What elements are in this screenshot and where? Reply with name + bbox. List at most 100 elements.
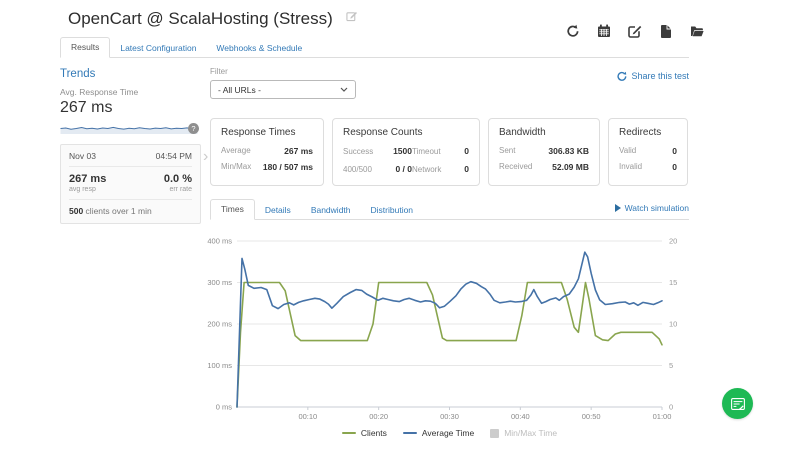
chart-tab-times[interactable]: Times bbox=[210, 199, 255, 220]
svg-text:15: 15 bbox=[669, 278, 677, 287]
stat-value: 267 ms bbox=[284, 146, 313, 156]
trends-link[interactable]: Trends bbox=[60, 68, 201, 80]
share-test-link[interactable]: Share this test bbox=[617, 71, 689, 81]
stat-label: Average bbox=[221, 146, 251, 155]
trends-sidebar: Trends Avg. Response Time 267 ms ? Nov 0… bbox=[60, 68, 201, 224]
card-title: Redirects bbox=[619, 127, 662, 138]
card-title: Response Counts bbox=[343, 127, 423, 138]
report-icon[interactable] bbox=[659, 24, 673, 38]
legend-swatch-minmax-time bbox=[490, 428, 500, 438]
url-filter-value: - All URLs - bbox=[218, 84, 261, 95]
test-name: OpenCart @ ScalaHosting (Stress) bbox=[68, 9, 333, 28]
svg-text:200 ms: 200 ms bbox=[207, 320, 232, 329]
svg-text:00:50: 00:50 bbox=[582, 412, 601, 421]
refresh-icon[interactable] bbox=[566, 24, 580, 38]
stat-label: Invalid bbox=[619, 162, 643, 171]
stat-value: 0 bbox=[672, 162, 677, 172]
stat-value: 1500 bbox=[393, 146, 412, 156]
svg-text:00:30: 00:30 bbox=[440, 412, 459, 421]
stat-card-response-times: Response Times Average 267 ms Min/Max 180 … bbox=[210, 118, 324, 186]
avg-response-time-label: Avg. Response Time bbox=[60, 87, 139, 97]
stat-value: 180 / 507 ms bbox=[262, 162, 313, 172]
chevron-down-icon bbox=[340, 87, 348, 92]
legend-label: Clients bbox=[360, 428, 387, 438]
page-title: OpenCart @ ScalaHosting (Stress) bbox=[68, 7, 358, 29]
edit-icon[interactable] bbox=[628, 24, 642, 38]
page-tabbar: Results Latest Configuration Webhooks & … bbox=[60, 37, 689, 58]
stat-value: 306.83 KB bbox=[548, 146, 589, 156]
trend-sparkline bbox=[60, 126, 198, 134]
stat-value: 0 / 0 bbox=[395, 164, 412, 174]
legend-swatch-average-time bbox=[402, 432, 417, 434]
trend-time: 04:54 PM bbox=[155, 151, 192, 161]
stat-label: Success bbox=[343, 146, 374, 156]
legend-item-average-time[interactable]: Average Time bbox=[402, 428, 475, 438]
stat-card-response-counts: Response Counts Success 1500 Timeout 0 400… bbox=[332, 118, 480, 186]
trend-date: Nov 03 bbox=[69, 151, 96, 161]
card-title: Bandwidth bbox=[499, 127, 546, 138]
stat-label: Received bbox=[499, 162, 533, 171]
play-icon bbox=[614, 204, 621, 212]
trend-avg-caption: avg resp bbox=[69, 186, 96, 193]
trend-clients-summary: 500 clients over 1 min bbox=[69, 199, 192, 216]
chart-tab-details[interactable]: Details bbox=[255, 201, 301, 219]
tab-results[interactable]: Results bbox=[60, 37, 111, 58]
svg-text:0: 0 bbox=[669, 403, 673, 412]
stats-row: Response Times Average 267 ms Min/Max 180 … bbox=[210, 118, 688, 186]
stat-value: 0 bbox=[672, 146, 677, 156]
svg-text:00:20: 00:20 bbox=[369, 412, 388, 421]
svg-text:00:10: 00:10 bbox=[298, 412, 317, 421]
trend-err-value: 0.0 % bbox=[163, 173, 192, 185]
trend-err-caption: err rate bbox=[169, 186, 192, 193]
stat-card-bandwidth: Bandwidth Sent 306.83 KB Received 52.09 MB bbox=[488, 118, 600, 186]
calendar-icon[interactable] bbox=[597, 24, 611, 38]
stat-label: 400/500 bbox=[343, 164, 372, 174]
legend-label: Min/Max Time bbox=[504, 428, 558, 438]
stat-label: Sent bbox=[499, 146, 516, 155]
help-badge[interactable]: ? bbox=[188, 123, 199, 134]
stat-label: Timeout bbox=[412, 146, 441, 156]
response-times-chart: 0 ms 0 100 ms 5 200 ms 10 300 ms 15 400 ms 20 00:1… bbox=[207, 237, 677, 421]
svg-text:01:00: 01:00 bbox=[653, 412, 672, 421]
stat-card-redirects: Redirects Valid 0 Invalid 0 bbox=[608, 118, 688, 186]
stat-value: 0 bbox=[464, 164, 469, 174]
trend-card[interactable]: Nov 03 04:54 PM 267 ms avg resp 0.0 % er… bbox=[60, 144, 201, 224]
filter-label: Filter bbox=[210, 67, 228, 76]
open-folder-icon[interactable] bbox=[690, 24, 704, 38]
svg-text:5: 5 bbox=[669, 361, 673, 370]
stat-value: 0 bbox=[464, 146, 469, 156]
legend-item-minmax-time[interactable]: Min/Max Time bbox=[490, 428, 557, 438]
chart-tab-distribution[interactable]: Distribution bbox=[361, 201, 424, 219]
feedback-chat-button[interactable] bbox=[722, 388, 753, 419]
watch-simulation-link[interactable]: Watch simulation bbox=[614, 203, 689, 213]
svg-text:300 ms: 300 ms bbox=[207, 278, 232, 287]
avg-response-time-value: 267 ms bbox=[60, 99, 113, 116]
legend-label: Average Time bbox=[421, 428, 475, 438]
svg-text:100 ms: 100 ms bbox=[207, 361, 232, 370]
tab-webhooks-schedule[interactable]: Webhooks & Schedule bbox=[206, 39, 312, 57]
card-title: Response Times bbox=[221, 127, 296, 138]
svg-text:00:40: 00:40 bbox=[511, 412, 530, 421]
stat-label: Min/Max bbox=[221, 162, 252, 171]
stat-label: Valid bbox=[619, 146, 637, 155]
stat-label: Network bbox=[412, 164, 442, 174]
svg-text:400 ms: 400 ms bbox=[207, 237, 232, 246]
chart-tab-bandwidth[interactable]: Bandwidth bbox=[301, 201, 361, 219]
tab-latest-configuration[interactable]: Latest Configuration bbox=[110, 39, 206, 57]
toolbar bbox=[566, 24, 704, 38]
trend-avg-value: 267 ms bbox=[69, 173, 107, 185]
chart-legend: Clients Average Time Min/Max Time bbox=[210, 428, 689, 438]
svg-text:0 ms: 0 ms bbox=[216, 403, 233, 412]
next-trend-chevron[interactable]: › bbox=[203, 148, 208, 166]
legend-swatch-clients bbox=[341, 432, 356, 434]
rename-test-icon[interactable] bbox=[345, 7, 358, 27]
feedback-note-icon bbox=[730, 397, 745, 410]
url-filter-select[interactable]: - All URLs - bbox=[210, 80, 356, 99]
share-icon bbox=[617, 71, 627, 81]
svg-text:20: 20 bbox=[669, 237, 677, 246]
svg-text:10: 10 bbox=[669, 320, 677, 329]
share-test-label: Share this test bbox=[631, 71, 689, 81]
stat-value: 52.09 MB bbox=[552, 162, 589, 172]
legend-item-clients[interactable]: Clients bbox=[341, 428, 387, 438]
results-page: OpenCart @ ScalaHosting (Stress) Results… bbox=[0, 0, 800, 450]
